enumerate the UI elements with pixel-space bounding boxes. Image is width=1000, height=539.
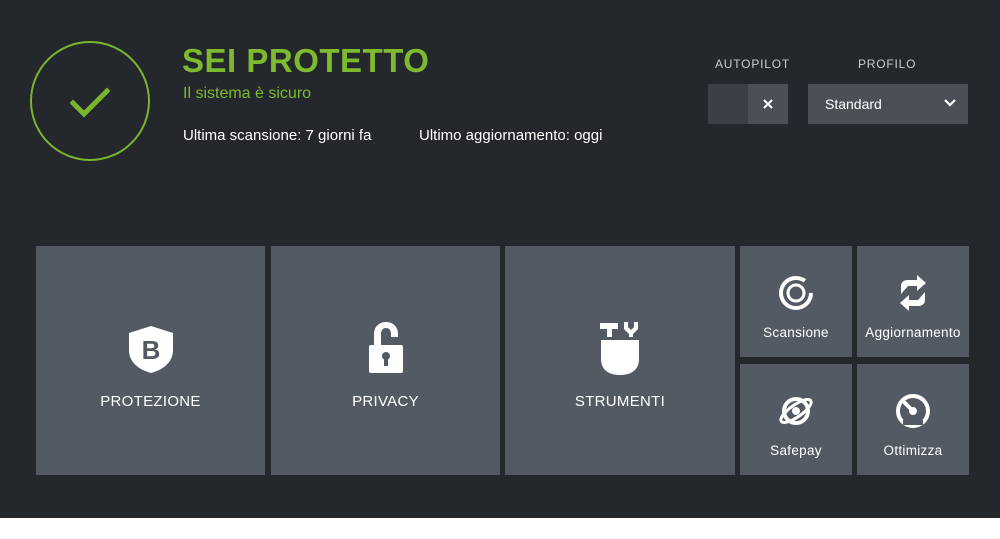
status-subtitle: Il sistema è sicuro	[183, 85, 312, 102]
tile-strumenti[interactable]: STRUMENTI	[505, 246, 735, 475]
tile-safepay-label: Safepay	[770, 443, 822, 458]
status-title: SEI PROTETTO	[182, 42, 430, 79]
shield-icon: B	[126, 319, 176, 379]
tile-ottimizza[interactable]: Ottimizza	[857, 364, 969, 475]
tile-safepay[interactable]: Safepay	[740, 364, 852, 475]
tile-scansione-label: Scansione	[763, 325, 829, 340]
svg-text:B: B	[141, 335, 160, 365]
profile-label: PROFILO	[858, 57, 917, 71]
safepay-icon	[777, 390, 815, 432]
autopilot-toggle-knob[interactable]	[748, 84, 788, 124]
tile-aggiornamento-label: Aggiornamento	[865, 325, 961, 340]
autopilot-label: AUTOPILOT	[715, 57, 790, 71]
chevron-down-icon	[944, 99, 956, 107]
tile-privacy-label: PRIVACY	[352, 393, 419, 410]
profile-select-value: Standard	[825, 96, 882, 112]
checkmark-icon	[70, 87, 110, 118]
tile-strumenti-label: STRUMENTI	[574, 393, 666, 410]
padlock-icon	[366, 319, 406, 379]
last-scan-text: Ultima scansione: 7 giorni fa	[183, 127, 372, 144]
tile-privacy[interactable]: PRIVACY	[271, 246, 500, 475]
close-icon	[763, 99, 773, 109]
tools-icon	[598, 319, 642, 379]
main-window: SEI PROTETTO Il sistema è sicuro Ultima …	[0, 0, 1000, 518]
tile-protezione-label: PROTEZIONE	[100, 393, 201, 410]
tile-ottimizza-label: Ottimizza	[883, 443, 943, 458]
tile-aggiornamento[interactable]: Aggiornamento	[857, 246, 969, 357]
tile-protezione[interactable]: B PROTEZIONE	[36, 246, 265, 475]
status-indicator	[30, 41, 150, 161]
autopilot-toggle[interactable]	[708, 84, 788, 124]
profile-select[interactable]: Standard	[808, 84, 968, 124]
tile-scansione[interactable]: Scansione	[740, 246, 852, 357]
optimize-icon	[895, 390, 931, 432]
scan-icon	[778, 272, 814, 314]
last-update-text: Ultimo aggiornamento: oggi	[419, 127, 603, 144]
update-icon	[895, 272, 931, 314]
